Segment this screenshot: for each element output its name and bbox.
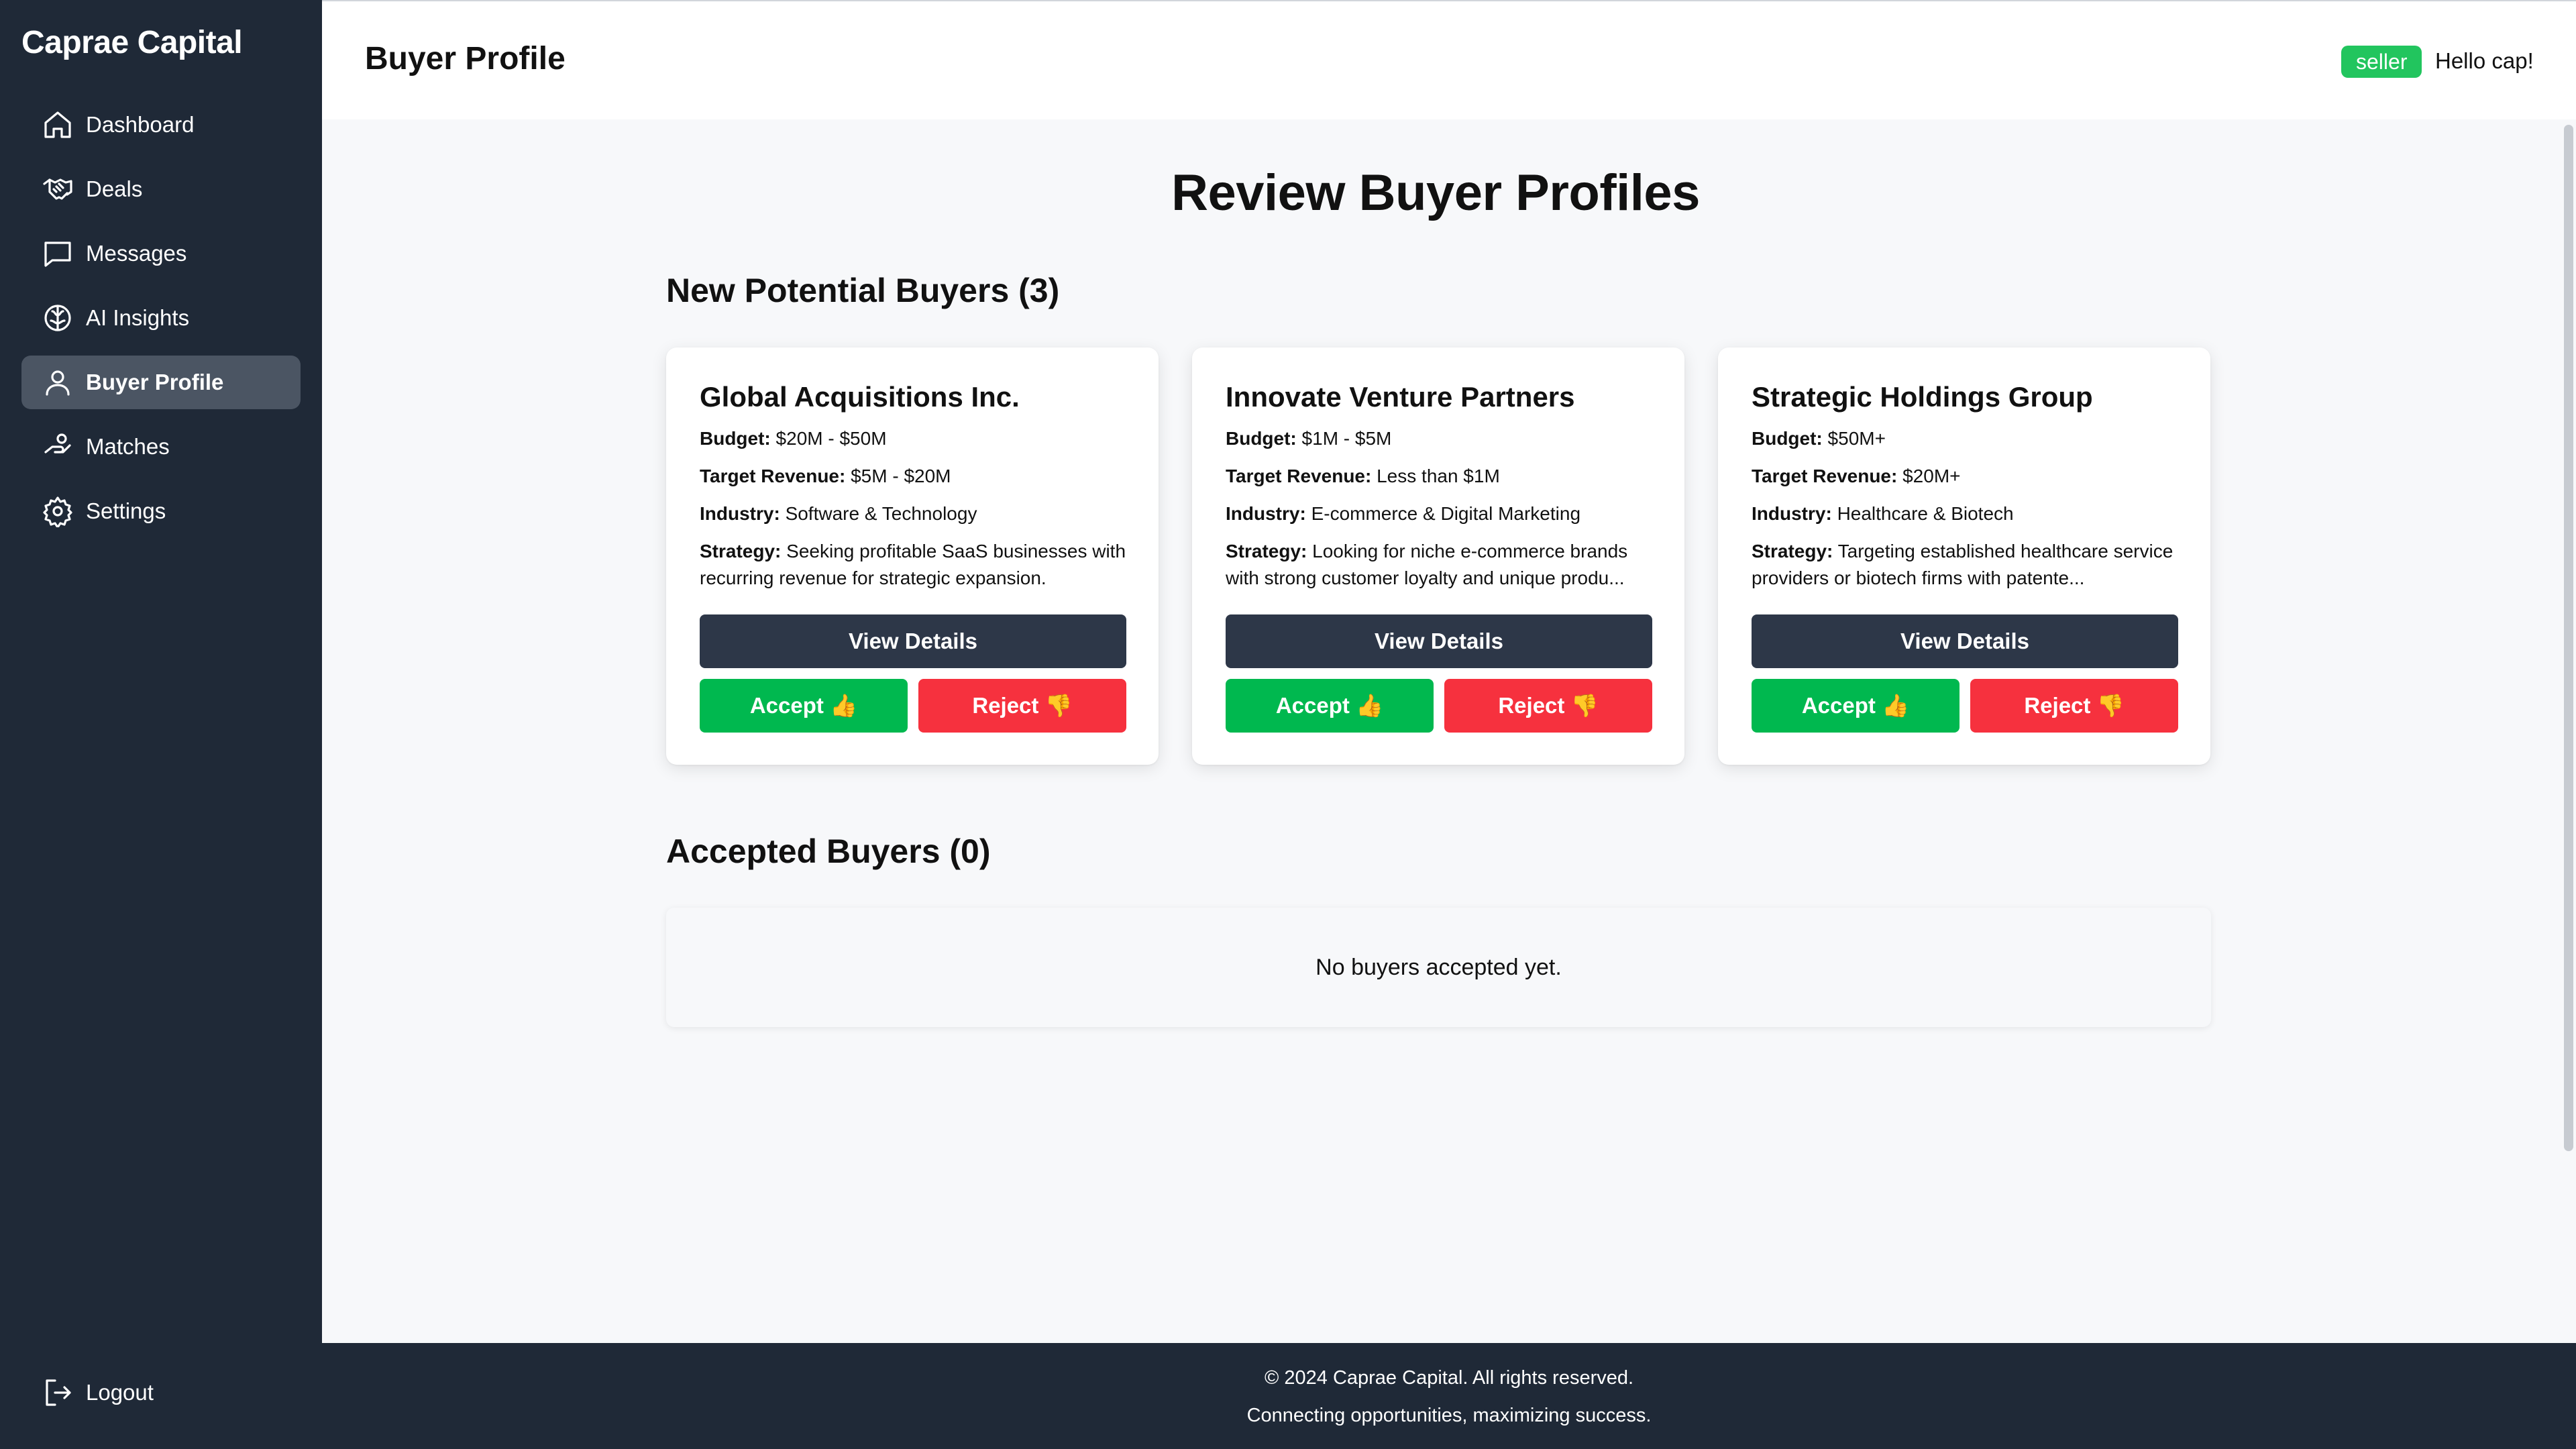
buyer-name: Strategic Holdings Group <box>1752 381 2093 413</box>
main-content[interactable]: Review Buyer Profiles New Potential Buye… <box>322 119 2576 1343</box>
view-details-button[interactable]: View Details <box>1752 614 2178 668</box>
reject-button[interactable]: Reject 👎 <box>918 679 1126 733</box>
accept-button[interactable]: Accept 👍 <box>1752 679 1960 733</box>
new-buyers-heading: New Potential Buyers (3) <box>666 272 1060 309</box>
reject-button[interactable]: Reject 👎 <box>1970 679 2178 733</box>
user-icon <box>42 366 74 398</box>
sidebar-item-messages[interactable]: Messages <box>21 227 301 280</box>
buyer-card: Global Acquisitions Inc. Budget: $20M - … <box>666 347 1159 765</box>
gear-icon <box>42 495 74 529</box>
footer-tagline: Connecting opportunities, maximizing suc… <box>1246 1405 1652 1426</box>
accept-button[interactable]: Accept 👍 <box>700 679 908 733</box>
buyer-card: Strategic Holdings Group Budget: $50M+ T… <box>1718 347 2210 765</box>
sidebar-nav: Dashboard Deals Messages AI Insights Buy… <box>21 98 301 549</box>
logout-icon <box>42 1377 74 1409</box>
page-title: Review Buyer Profiles <box>1171 164 1700 221</box>
buyer-industry: Industry: Software & Technology <box>700 503 977 524</box>
buyer-strategy: Strategy: Seeking profitable SaaS busine… <box>700 541 1126 588</box>
buyer-strategy: Strategy: Targeting established healthca… <box>1752 541 2174 588</box>
buyer-industry: Industry: Healthcare & Biotech <box>1752 503 2014 524</box>
sidebar-item-label: Dashboard <box>86 112 195 137</box>
brand-logo: Caprae Capital <box>21 25 243 60</box>
sidebar: Caprae Capital Dashboard Deals Messages … <box>0 0 322 1449</box>
handshake-icon <box>42 173 74 205</box>
page-header-title: Buyer Profile <box>365 41 566 76</box>
buyer-name: Global Acquisitions Inc. <box>700 381 1020 413</box>
hand-coins-icon <box>42 431 74 463</box>
buyer-target-revenue: Target Revenue: $5M - $20M <box>700 466 951 486</box>
sidebar-item-label: Buyer Profile <box>86 370 224 394</box>
buyer-industry: Industry: E-commerce & Digital Marketing <box>1226 503 1581 524</box>
sidebar-item-matches[interactable]: Matches <box>21 420 301 474</box>
buyer-card: Innovate Venture Partners Budget: $1M - … <box>1192 347 1684 765</box>
sidebar-item-settings[interactable]: Settings <box>21 484 301 538</box>
scrollbar[interactable] <box>2564 125 2573 1151</box>
footer: © 2024 Caprae Capital. All rights reserv… <box>322 1343 2576 1449</box>
sidebar-item-dashboard[interactable]: Dashboard <box>21 98 301 152</box>
role-badge: seller <box>2341 46 2422 78</box>
home-icon <box>42 109 74 141</box>
buyer-target-revenue: Target Revenue: $20M+ <box>1752 466 1961 486</box>
buyer-name: Innovate Venture Partners <box>1226 381 1575 413</box>
sidebar-item-label: Messages <box>86 241 187 266</box>
sidebar-item-buyer-profile[interactable]: Buyer Profile <box>21 356 301 409</box>
buyer-budget: Budget: $50M+ <box>1752 428 1886 449</box>
sidebar-item-label: Deals <box>86 176 143 201</box>
accepted-buyers-heading: Accepted Buyers (0) <box>666 833 991 870</box>
sidebar-item-deals[interactable]: Deals <box>21 162 301 216</box>
logout-label: Logout <box>86 1380 154 1405</box>
accept-button[interactable]: Accept 👍 <box>1226 679 1434 733</box>
footer-copyright: © 2024 Caprae Capital. All rights reserv… <box>1264 1367 1634 1389</box>
buyer-strategy: Strategy: Looking for niche e-commerce b… <box>1226 541 1628 588</box>
sidebar-item-ai-insights[interactable]: AI Insights <box>21 291 301 345</box>
top-header: Buyer Profile seller Hello cap! <box>322 0 2576 119</box>
accepted-empty-state: No buyers accepted yet. <box>666 908 2211 1027</box>
sidebar-item-label: Matches <box>86 434 170 459</box>
user-greeting: Hello cap! <box>2435 48 2534 73</box>
sidebar-item-label: AI Insights <box>86 305 190 330</box>
reject-button[interactable]: Reject 👎 <box>1444 679 1652 733</box>
view-details-button[interactable]: View Details <box>700 614 1126 668</box>
sidebar-item-label: Settings <box>86 498 166 523</box>
message-icon <box>42 237 74 270</box>
logout-button[interactable]: Logout <box>42 1377 154 1409</box>
view-details-button[interactable]: View Details <box>1226 614 1652 668</box>
brain-icon <box>42 302 74 334</box>
buyer-budget: Budget: $20M - $50M <box>700 428 887 449</box>
buyer-budget: Budget: $1M - $5M <box>1226 428 1392 449</box>
buyer-target-revenue: Target Revenue: Less than $1M <box>1226 466 1500 486</box>
